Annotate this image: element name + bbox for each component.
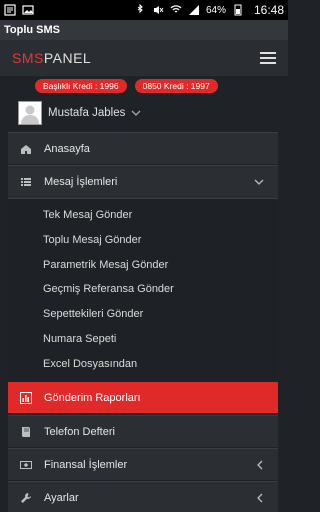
brand-sms: SMS [12, 50, 44, 66]
chevron-left-icon [257, 493, 263, 503]
wrench-icon [20, 492, 32, 504]
chevron-down-icon [131, 110, 141, 116]
submenu-item-parametrik[interactable]: Parametrik Mesaj Gönder [43, 259, 168, 271]
book-icon [20, 426, 32, 438]
menu-label: Telefon Defteri [44, 425, 115, 438]
menu-item-anasayfa[interactable]: Anasayfa [8, 132, 278, 164]
menu-item-ayarlar[interactable]: Ayarlar [8, 481, 278, 512]
list-icon [20, 176, 32, 188]
chevron-down-icon [254, 179, 264, 185]
image-notification-icon [22, 5, 34, 15]
chevron-left-icon [257, 460, 263, 470]
bar-chart-icon [20, 391, 32, 404]
menu-label: Gönderim Raporları [44, 391, 141, 404]
submenu-item-tek-mesaj[interactable]: Tek Mesaj Gönder [43, 209, 132, 221]
app-title-bar: Toplu SMS [0, 20, 288, 40]
menu-item-telefon-defteri[interactable]: Telefon Defteri [8, 415, 278, 447]
bluetooth-icon [137, 4, 143, 14]
user-profile[interactable]: Mustafa Jables [18, 101, 141, 125]
menu-label: Ayarlar [44, 491, 79, 504]
submenu-item-gecmis-referans[interactable]: Geçmiş Referansa Gönder [43, 283, 174, 295]
mute-icon [153, 6, 164, 14]
brand-panel: PANEL [43, 50, 92, 66]
home-icon [20, 143, 32, 155]
wifi-icon [170, 5, 182, 13]
user-placeholder-icon [21, 105, 39, 124]
hamburger-line [260, 52, 276, 54]
hamburger-menu-button[interactable] [260, 52, 276, 64]
menu-item-gonderim-raporlari[interactable]: Gönderim Raporları [8, 382, 278, 413]
notification-icon [4, 4, 16, 16]
submenu-item-excel[interactable]: Excel Dosyasından [43, 358, 137, 370]
submenu-item-numara-sepeti[interactable]: Numara Sepeti [43, 333, 116, 345]
money-icon [20, 459, 32, 471]
status-bar: 64% 16:48 [0, 0, 288, 20]
clock: 16:48 [253, 3, 284, 17]
mesaj-submenu: Tek Mesaj Gönder Toplu Mesaj Gönder Para… [8, 198, 278, 378]
panel-header: SMSPANEL [0, 40, 288, 76]
menu-label: Finansal İşlemler [44, 458, 128, 471]
menu-item-finansal-islemler[interactable]: Finansal İşlemler [8, 448, 278, 480]
battery-icon [234, 4, 242, 16]
menu-label: Anasayfa [44, 142, 90, 155]
hamburger-line [260, 57, 276, 59]
credit-badges: Başlıklı Kredi : 1996 0850 Kredi : 1997 [35, 79, 218, 93]
hamburger-line [260, 62, 276, 64]
avatar [18, 101, 42, 125]
battery-percent: 64% [205, 4, 226, 16]
0850-credit-badge: 0850 Kredi : 1997 [134, 79, 218, 93]
menu-label: Mesaj İşlemleri [44, 176, 118, 188]
basikli-credit-badge: Başlıklı Kredi : 1996 [35, 79, 127, 93]
signal-icon [188, 5, 199, 15]
user-name: Mustafa Jables [48, 107, 126, 119]
menu-item-mesaj-islemleri[interactable]: Mesaj İşlemleri [8, 165, 278, 198]
submenu-item-toplu-mesaj[interactable]: Toplu Mesaj Gönder [43, 234, 141, 246]
app-title: Toplu SMS [4, 24, 61, 36]
submenu-item-sepettekiler[interactable]: Sepettekileri Gönder [43, 308, 143, 320]
brand-logo: SMSPANEL [12, 50, 91, 66]
